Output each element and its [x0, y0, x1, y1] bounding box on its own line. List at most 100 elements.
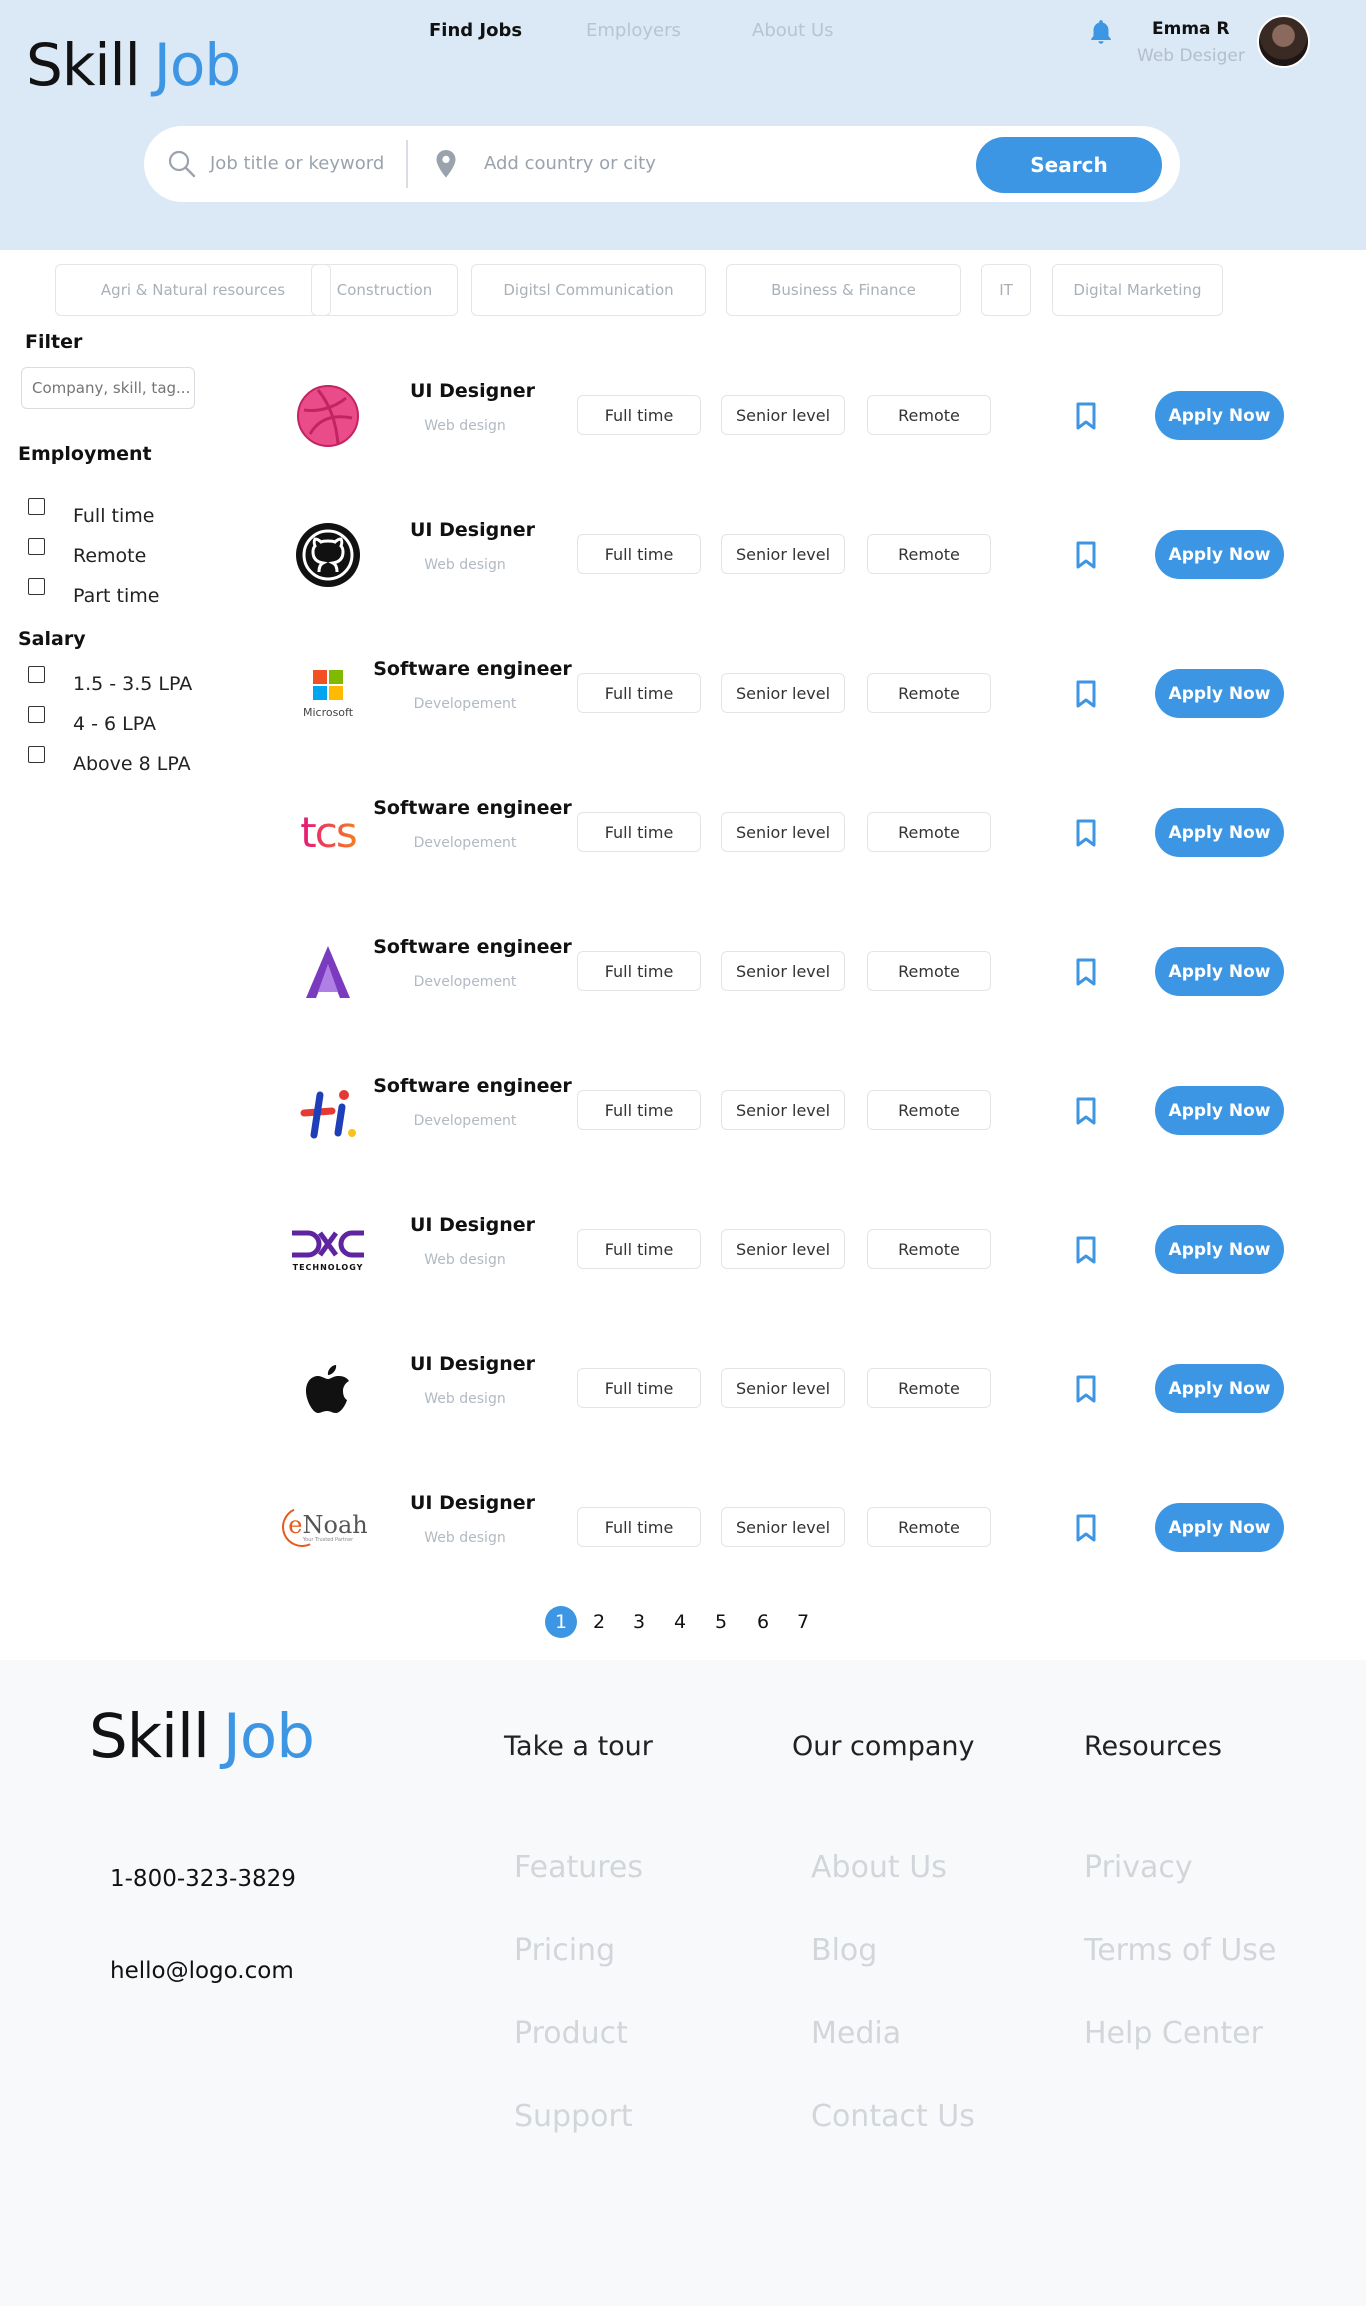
bookmark-icon[interactable] — [1074, 1375, 1098, 1407]
job-tag: Full time — [577, 395, 701, 435]
footer-logo[interactable]: Skill Job — [89, 1701, 315, 1772]
footer-link-contact[interactable]: Contact Us — [811, 2099, 975, 2134]
footer-brand-part1: Skill — [89, 1701, 210, 1772]
job-title[interactable]: UI Designer — [370, 519, 575, 541]
job-category: Web design — [424, 1391, 506, 1407]
apply-now-button[interactable]: Apply Now — [1155, 808, 1284, 857]
job-tag: Senior level — [721, 1368, 845, 1408]
job-tag: Senior level — [721, 812, 845, 852]
footer: Skill Job Take a tour Our company Resourc… — [0, 1660, 1366, 2306]
job-tag: Full time — [577, 1229, 701, 1269]
page-3[interactable]: 3 — [623, 1606, 655, 1638]
bookmark-icon[interactable] — [1074, 541, 1098, 573]
apply-now-button[interactable]: Apply Now — [1155, 669, 1284, 718]
job-row[interactable]: eNoah Your Trusted Partner UI Designer Web … — [0, 1472, 1366, 1572]
page-6[interactable]: 6 — [747, 1606, 779, 1638]
brand-part1: Skill — [26, 31, 141, 99]
job-title[interactable]: Software engineer — [370, 936, 575, 958]
footer-link-about[interactable]: About Us — [811, 1850, 947, 1885]
search-icon — [166, 148, 198, 184]
job-row[interactable]: tcs Software engineer Developement Full tim… — [0, 777, 1366, 877]
job-title[interactable]: Software engineer — [370, 1075, 575, 1097]
job-row[interactable]: UI Designer Web design Full time Senior lev… — [0, 360, 1366, 460]
footer-link-media[interactable]: Media — [811, 2016, 901, 2051]
tcs-logo-icon: tcs — [290, 795, 366, 871]
nav-about-us[interactable]: About Us — [752, 20, 834, 41]
page-4[interactable]: 4 — [664, 1606, 696, 1638]
job-row[interactable]: Software engineer Developement Full time Se… — [0, 916, 1366, 1016]
footer-link-pricing[interactable]: Pricing — [514, 1933, 615, 1968]
job-title[interactable]: UI Designer — [370, 1214, 575, 1236]
search-button[interactable]: Search — [976, 137, 1162, 193]
location-input[interactable]: Add country or city — [484, 153, 656, 174]
apply-now-button[interactable]: Apply Now — [1155, 1364, 1284, 1413]
footer-link-help[interactable]: Help Center — [1084, 2016, 1263, 2051]
job-row[interactable]: TECHNOLOGY UI Designer Web design Full time… — [0, 1194, 1366, 1294]
apply-now-button[interactable]: Apply Now — [1155, 1225, 1284, 1274]
job-tag: Remote — [867, 1229, 991, 1269]
category-chip[interactable]: Digital Marketing — [1052, 264, 1223, 316]
nav-find-jobs[interactable]: Find Jobs — [429, 20, 522, 41]
bookmark-icon[interactable] — [1074, 680, 1098, 712]
job-row[interactable]: UI Designer Web design Full time Senior lev… — [0, 1333, 1366, 1433]
header-hero: Skill Job Find Jobs Employers About Us Em… — [0, 0, 1366, 250]
category-chip[interactable]: Business & Finance — [726, 264, 961, 316]
job-tag: Full time — [577, 673, 701, 713]
category-chip[interactable]: Construction — [311, 264, 458, 316]
job-title[interactable]: UI Designer — [370, 1353, 575, 1375]
footer-link-blog[interactable]: Blog — [811, 1933, 877, 1968]
apple-logo-icon — [290, 1351, 366, 1427]
page-2[interactable]: 2 — [583, 1606, 615, 1638]
enoah-logo-icon: eNoah Your Trusted Partner — [276, 1490, 368, 1566]
bell-icon[interactable] — [1086, 17, 1116, 47]
page-5[interactable]: 5 — [705, 1606, 737, 1638]
apply-now-button[interactable]: Apply Now — [1155, 947, 1284, 996]
job-tag: Remote — [867, 812, 991, 852]
footer-email[interactable]: hello@logo.com — [110, 1958, 294, 1984]
page-1[interactable]: 1 — [545, 1606, 577, 1638]
bookmark-icon[interactable] — [1074, 958, 1098, 990]
bookmark-icon[interactable] — [1074, 819, 1098, 851]
user-role: Web Desiger — [1137, 46, 1245, 66]
job-row[interactable]: Software engineer Developement Full time Se… — [0, 1055, 1366, 1155]
avatar[interactable] — [1257, 15, 1310, 68]
apply-now-button[interactable]: Apply Now — [1155, 1503, 1284, 1552]
category-chip[interactable]: Digitsl Communication — [471, 264, 706, 316]
apply-now-button[interactable]: Apply Now — [1155, 1086, 1284, 1135]
job-row[interactable]: Microsoft Software engineer Developement Fu… — [0, 638, 1366, 738]
bookmark-icon[interactable] — [1074, 1097, 1098, 1129]
job-tag: Remote — [867, 395, 991, 435]
footer-heading-company: Our company — [792, 1731, 975, 1762]
bookmark-icon[interactable] — [1074, 402, 1098, 434]
category-chip[interactable]: IT — [981, 264, 1031, 316]
brand-logo[interactable]: Skill Job — [26, 31, 241, 99]
keyword-input[interactable]: Job title or keyword — [210, 153, 384, 174]
job-category: Developement — [413, 835, 517, 851]
job-title[interactable]: Software engineer — [370, 658, 575, 680]
bookmark-icon[interactable] — [1074, 1236, 1098, 1268]
footer-link-product[interactable]: Product — [514, 2016, 628, 2051]
bookmark-icon[interactable] — [1074, 1514, 1098, 1546]
page-7[interactable]: 7 — [787, 1606, 819, 1638]
job-title[interactable]: UI Designer — [370, 380, 575, 402]
job-category: Web design — [424, 1530, 506, 1546]
job-tag: Full time — [577, 1368, 701, 1408]
job-title[interactable]: Software engineer — [370, 797, 575, 819]
apply-now-button[interactable]: Apply Now — [1155, 530, 1284, 579]
apply-now-button[interactable]: Apply Now — [1155, 391, 1284, 440]
job-row[interactable]: UI Designer Web design Full time Senior lev… — [0, 499, 1366, 599]
job-title[interactable]: UI Designer — [370, 1492, 575, 1514]
job-tag: Full time — [577, 1090, 701, 1130]
logo-text: tcs — [300, 808, 357, 857]
footer-phone[interactable]: 1-800-323-3829 — [110, 1866, 296, 1892]
footer-link-terms[interactable]: Terms of Use — [1084, 1933, 1276, 1968]
nav-employers[interactable]: Employers — [586, 20, 681, 41]
job-tag: Full time — [577, 812, 701, 852]
category-chip[interactable]: Agri & Natural resources — [55, 264, 331, 316]
checkbox-salary-3[interactable] — [28, 746, 45, 763]
footer-link-privacy[interactable]: Privacy — [1084, 1850, 1193, 1885]
job-tag: Senior level — [721, 395, 845, 435]
job-tag: Remote — [867, 1368, 991, 1408]
footer-link-features[interactable]: Features — [514, 1850, 643, 1885]
footer-link-support[interactable]: Support — [514, 2099, 633, 2134]
